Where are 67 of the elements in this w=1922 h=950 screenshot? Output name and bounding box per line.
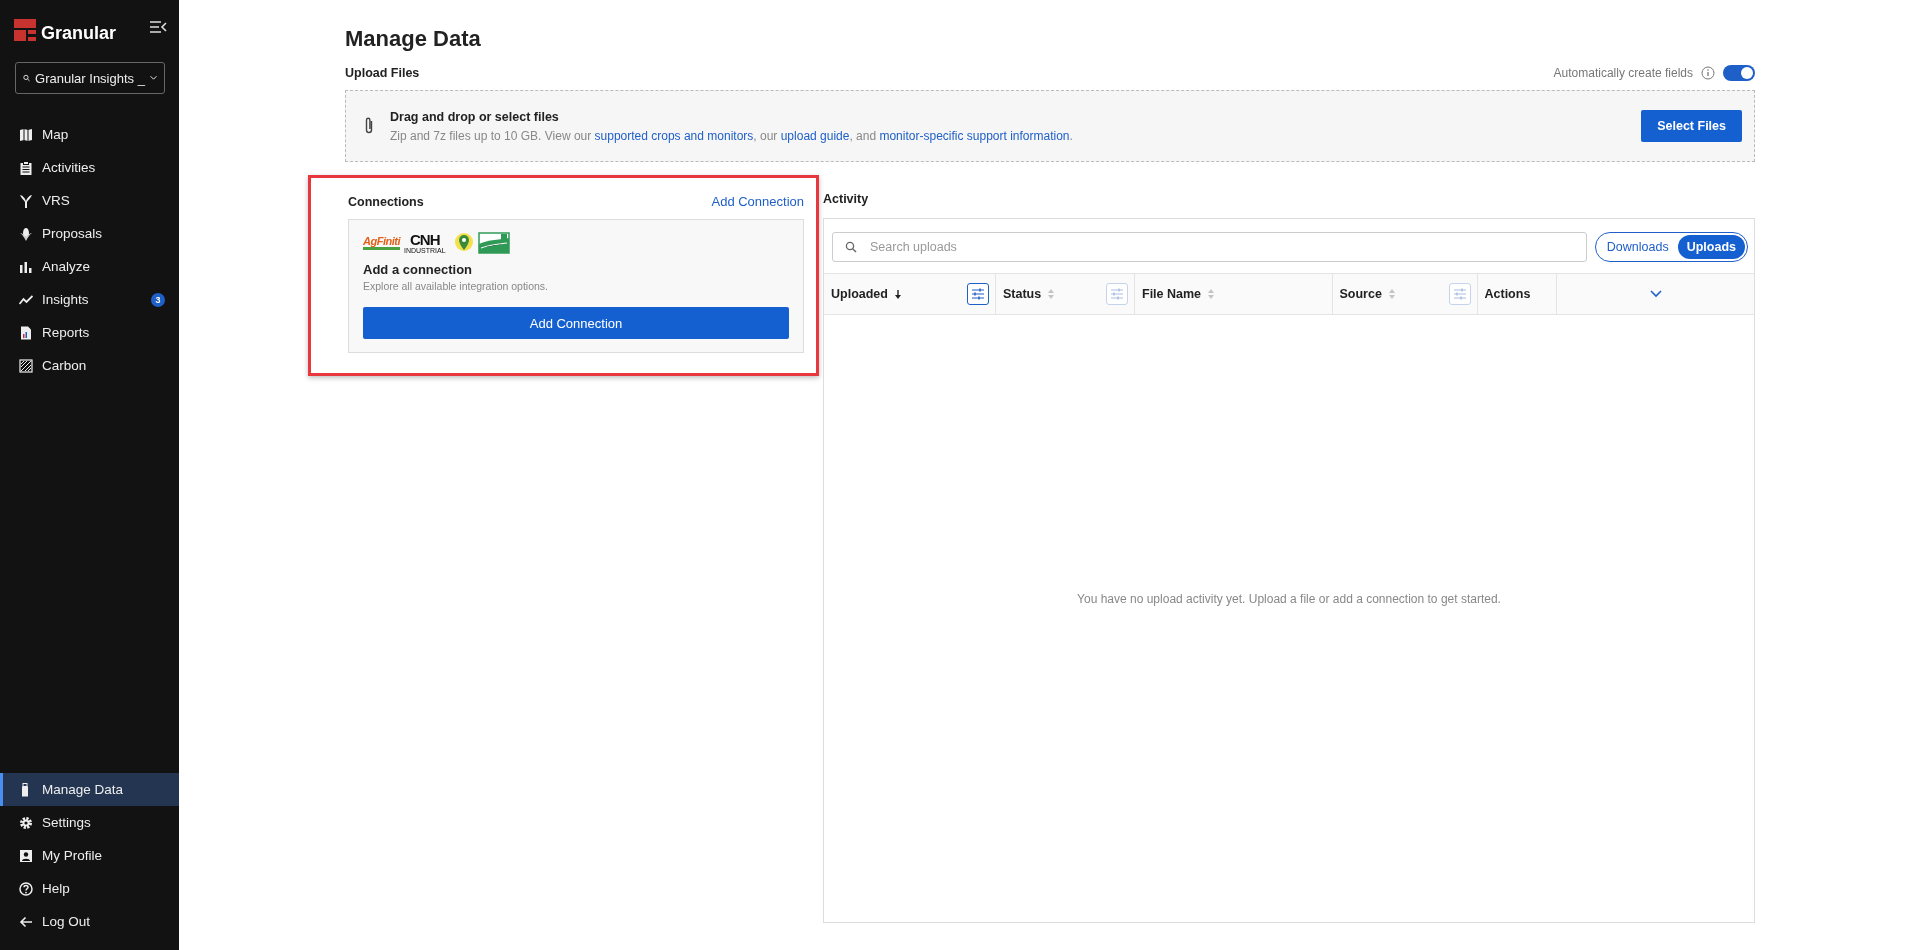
search-field[interactable]: Search uploads: [832, 232, 1587, 262]
nav-item[interactable]: Activities: [0, 151, 179, 184]
nav-item[interactable]: Settings: [0, 806, 179, 839]
profile-card-icon: [19, 848, 33, 863]
column-header[interactable]: Status: [1003, 287, 1042, 301]
nav-item[interactable]: Carbon: [0, 349, 179, 382]
paperclip-icon: [364, 116, 374, 136]
count-badge: 3: [151, 292, 165, 307]
chevron-down-icon[interactable]: [1649, 290, 1662, 298]
view-tab[interactable]: Downloads: [1597, 235, 1678, 259]
column-header[interactable]: Uploaded: [831, 287, 888, 301]
card-subtitle: Explore all available integration options.: [363, 280, 550, 292]
nav-item[interactable]: VRS: [0, 184, 179, 217]
sliders-icon: [971, 288, 985, 300]
nav-item[interactable]: Insights 3: [0, 283, 179, 316]
card-title: Add a connection: [363, 262, 474, 277]
nav-item[interactable]: Help: [0, 872, 179, 905]
column-header[interactable]: File Name: [1142, 287, 1202, 301]
sliders-icon: [1110, 288, 1124, 300]
help-link[interactable]: monitor-specific support information: [879, 128, 1070, 143]
column-header[interactable]: Source: [1339, 287, 1382, 301]
org-selector[interactable]: Granular Insights _: [15, 62, 165, 94]
bar-chart-icon: [19, 259, 33, 274]
report-icon: [19, 325, 33, 340]
settings-icon: [19, 815, 33, 830]
filter-button[interactable]: [967, 283, 989, 305]
sprout-icon: [19, 193, 33, 208]
section-heading: Activity: [823, 192, 870, 206]
map-icon: [19, 127, 33, 142]
brand-name: Granular: [41, 23, 117, 44]
collapse-menu-icon[interactable]: [149, 19, 167, 34]
nav-item[interactable]: Log Out: [0, 905, 179, 938]
nav-item[interactable]: Reports: [0, 316, 179, 349]
chevron-down-icon: [149, 74, 157, 82]
clipboard-icon: [19, 160, 33, 175]
info-icon: [1701, 66, 1715, 80]
search-icon: [845, 241, 857, 253]
nav-item[interactable]: Map: [0, 118, 179, 151]
sort-icon[interactable]: [893, 288, 902, 300]
hatched-square-icon: [19, 358, 33, 373]
nav-item[interactable]: Proposals: [0, 217, 179, 250]
partner-logo: AgFiniti: [363, 236, 400, 250]
help-icon: [19, 881, 33, 896]
section-heading: Connections: [348, 194, 424, 209]
arrow-left-icon: [19, 914, 33, 929]
sliders-icon: [1452, 288, 1467, 300]
column-header[interactable]: Actions: [1484, 287, 1531, 301]
select-files-button[interactable]: Select Files: [1641, 110, 1742, 142]
drop-zone[interactable]: Drag and drop or select files Zip and 7z files up to 10 GB. View our supported crops and monitors, our upload guide, and monitor-specific support information. Select Files: [345, 90, 1755, 162]
empty-state-message: You have no upload activity yet. Upload a file or add a connection to get started.: [1077, 591, 1501, 606]
corn-icon: [19, 226, 33, 241]
toggle-switch[interactable]: [1723, 65, 1755, 81]
map-pin-icon: [453, 232, 474, 254]
logo-icon: [14, 18, 36, 41]
field-landscape-icon: [477, 232, 510, 254]
search-icon: [23, 72, 31, 84]
nav-item[interactable]: Analyze: [0, 250, 179, 283]
view-tab[interactable]: Uploads: [1677, 235, 1745, 259]
nav-item[interactable]: Manage Data: [0, 773, 179, 806]
drop-description: Zip and 7z files up to 10 GB. View our supported crops and monitors, our upload guide, and monitor-specific support information.: [390, 128, 1074, 143]
nav-item[interactable]: My Profile: [0, 839, 179, 872]
section-heading: Upload Files: [345, 66, 420, 80]
drop-title: Drag and drop or select files: [390, 109, 560, 124]
add-connection-link[interactable]: Add Connection: [711, 194, 804, 209]
page-title: Manage Data: [345, 26, 482, 52]
add-connection-button[interactable]: Add Connection: [363, 307, 789, 339]
toggle-label: Automatically create fields: [1553, 66, 1693, 80]
